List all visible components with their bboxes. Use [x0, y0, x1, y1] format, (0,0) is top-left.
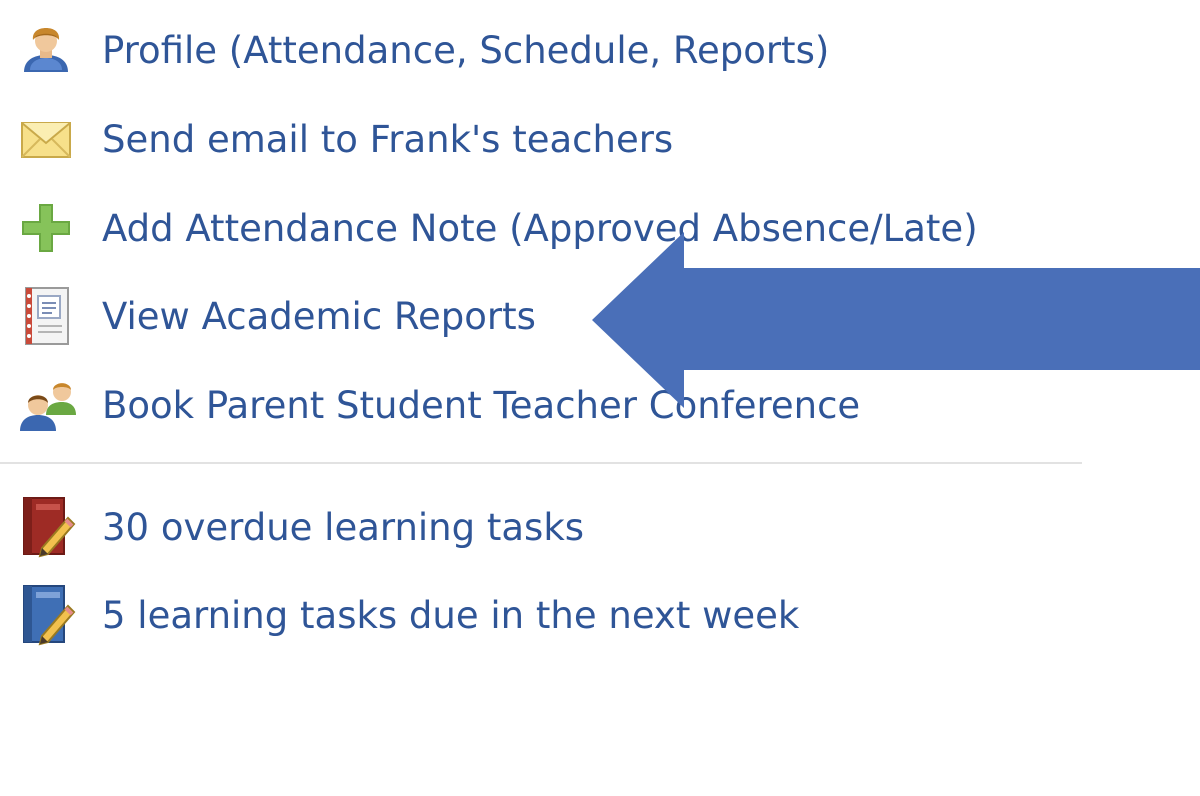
add-attendance-note-link[interactable]: Add Attendance Note (Approved Absence/La… — [18, 198, 978, 258]
upcoming-book-pencil-icon — [18, 585, 82, 646]
view-academic-reports-link-label: View Academic Reports — [102, 294, 536, 338]
envelope-icon — [18, 109, 82, 169]
view-academic-reports-link[interactable]: View Academic Reports — [18, 286, 536, 346]
user-icon — [18, 20, 82, 80]
send-email-link-label: Send email to Frank's teachers — [102, 117, 674, 161]
overdue-tasks-link[interactable]: 30 overdue learning tasks — [18, 497, 585, 558]
send-email-link[interactable]: Send email to Frank's teachers — [18, 109, 673, 169]
profile-link[interactable]: Profile (Attendance, Schedule, Reports) — [18, 20, 829, 80]
people-icon — [18, 375, 82, 435]
upcoming-tasks-link-label: 5 learning tasks due in the next week — [102, 593, 800, 637]
add-attendance-note-link-label: Add Attendance Note (Approved Absence/La… — [102, 206, 978, 250]
book-conference-link-label: Book Parent Student Teacher Conference — [102, 383, 861, 427]
overdue-book-pencil-icon — [18, 497, 82, 558]
upcoming-tasks-link[interactable]: 5 learning tasks due in the next week — [18, 585, 800, 646]
book-conference-link[interactable]: Book Parent Student Teacher Conference — [18, 375, 860, 435]
menu-divider — [0, 462, 1082, 464]
report-notebook-icon — [18, 286, 82, 346]
overdue-tasks-link-label: 30 overdue learning tasks — [102, 505, 585, 549]
profile-link-label: Profile (Attendance, Schedule, Reports) — [102, 28, 830, 72]
plus-icon — [18, 198, 82, 258]
